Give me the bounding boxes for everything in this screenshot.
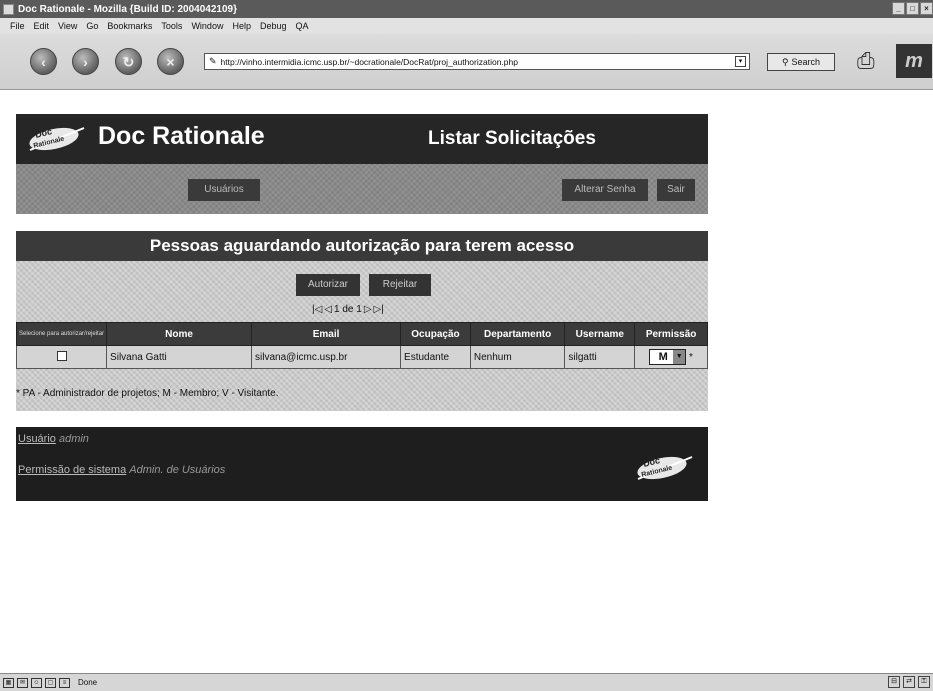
cell-department: Nenhum: [469, 345, 566, 369]
page-icon: ✎: [209, 56, 217, 66]
footer-permission: Permissão de sistema Admin. de Usuários: [18, 463, 258, 478]
window-titlebar: Doc Rationale - Mozilla {Build ID: 20040…: [0, 0, 933, 18]
status-text: Done: [78, 678, 98, 687]
app-icon: [3, 3, 14, 15]
address-book-icon[interactable]: ≡: [59, 677, 70, 688]
select-cell: [15, 345, 108, 369]
reload-icon[interactable]: ↻: [115, 48, 142, 75]
stop-icon[interactable]: ×: [157, 48, 184, 75]
minimize-button[interactable]: _: [892, 2, 905, 15]
menu-view[interactable]: View: [58, 21, 77, 31]
table-header-row: Selecione para autorizar/rejeitar Nome E…: [15, 322, 708, 346]
url-text: http://vinho.intermidia.icmc.usp.br/~doc…: [220, 56, 518, 67]
user-value: admin: [58, 433, 89, 445]
cell-email: silvana@icmc.usp.br: [251, 345, 402, 369]
navigator-icon[interactable]: ▦: [3, 677, 14, 688]
doc-rationale-logo: Doc Rationale: [29, 126, 85, 151]
pager-text: 1 de 1: [334, 304, 362, 315]
user-link[interactable]: Usuário: [18, 433, 56, 445]
cell-username: silgatti: [564, 345, 636, 369]
menu-edit[interactable]: Edit: [34, 21, 50, 31]
chat-icon[interactable]: ☺: [31, 677, 42, 688]
change-password-button[interactable]: Alterar Senha: [562, 179, 648, 201]
col-permission: Permissão: [634, 322, 708, 346]
menu-bookmarks[interactable]: Bookmarks: [107, 21, 152, 31]
search-icon: ⚲: [781, 56, 789, 67]
close-button[interactable]: ×: [920, 2, 933, 15]
system-permission-link[interactable]: Permissão de sistema: [18, 464, 126, 476]
col-email: Email: [251, 322, 402, 346]
site-header: Doc Rationale Doc Rationale Listar Solic…: [16, 114, 708, 164]
menu-help[interactable]: Help: [232, 21, 251, 31]
browser-logo-icon: m: [896, 44, 932, 78]
system-permission-value: Admin. de Usuários: [129, 464, 226, 476]
menu-qa[interactable]: QA: [296, 21, 309, 31]
lock-icon: ⚿: [918, 676, 930, 688]
col-select: Selecione para autorizar/rejeitar: [15, 322, 108, 346]
col-name: Nome: [106, 322, 253, 346]
permission-footnote: * PA - Administrador de projetos; M - Me…: [16, 388, 279, 399]
permission-value: M: [658, 351, 668, 363]
site-footer: Usuário admin Permissão de sistema Admin…: [16, 427, 708, 501]
last-page-icon[interactable]: ▷|: [374, 304, 384, 315]
menu-window[interactable]: Window: [191, 21, 223, 31]
requests-table: Selecione para autorizar/rejeitar Nome E…: [15, 322, 708, 369]
authorization-panel: Pessoas aguardando autorização para tere…: [15, 231, 708, 411]
search-button-label: Search: [791, 57, 821, 67]
site-name: Doc Rationale: [98, 122, 265, 150]
url-bar[interactable]: ✎ http://vinho.intermidia.icmc.usp.br/~d…: [204, 53, 750, 70]
panel-title: Pessoas aguardando autorização para tere…: [16, 231, 708, 261]
footer-logo: Doc Rationale: [637, 455, 693, 480]
permission-marker: *: [689, 352, 693, 363]
next-page-icon[interactable]: ▷: [364, 304, 372, 315]
first-page-icon[interactable]: |◁: [312, 304, 322, 315]
col-occupation: Ocupação: [400, 322, 471, 346]
table-row: Silvana Gatti silvana@icmc.usp.br Estuda…: [15, 345, 708, 369]
prev-page-icon[interactable]: ◁: [324, 304, 332, 315]
logout-button[interactable]: Sair: [657, 179, 695, 201]
col-department: Departamento: [469, 322, 566, 346]
site-nav: Usuários Alterar Senha Sair: [16, 164, 708, 214]
menu-file[interactable]: File: [10, 21, 25, 31]
col-username: Username: [564, 322, 636, 346]
cell-permission: M ▼ *: [634, 345, 708, 369]
menu-debug[interactable]: Debug: [260, 21, 287, 31]
url-dropdown-icon[interactable]: ▾: [735, 56, 746, 67]
menu-tools[interactable]: Tools: [161, 21, 182, 31]
composer-icon[interactable]: ▢: [45, 677, 56, 688]
cell-name: Silvana Gatti: [106, 345, 253, 369]
back-icon[interactable]: ‹: [30, 48, 57, 75]
forward-icon[interactable]: ›: [72, 48, 99, 75]
window-title: Doc Rationale - Mozilla {Build ID: 20040…: [18, 3, 237, 15]
cell-occupation: Estudante: [400, 345, 471, 369]
reject-button[interactable]: Rejeitar: [369, 274, 431, 296]
mail-icon[interactable]: ✉: [17, 677, 28, 688]
chevron-down-icon[interactable]: ▼: [673, 350, 686, 364]
search-button[interactable]: ⚲ Search: [767, 53, 835, 71]
connection-icon: ⇄: [903, 676, 915, 688]
authorize-button[interactable]: Autorizar: [296, 274, 360, 296]
menu-go[interactable]: Go: [86, 21, 98, 31]
permission-select[interactable]: M ▼: [649, 349, 687, 365]
print-icon[interactable]: ⎙: [857, 48, 875, 74]
window-controls: _ □ ×: [892, 2, 933, 15]
footer-user: Usuário admin: [18, 433, 89, 445]
pager: |◁ ◁ 1 de 1 ▷ ▷|: [312, 304, 384, 315]
status-bar: ▦ ✉ ☺ ▢ ≡ Done ⊟ ⇄ ⚿: [0, 673, 933, 691]
security-icon: ⊟: [888, 676, 900, 688]
users-button[interactable]: Usuários: [188, 179, 260, 201]
page-heading: Listar Solicitações: [428, 128, 596, 149]
navigation-toolbar: ‹ › ↻ × ✎ http://vinho.intermidia.icmc.u…: [0, 34, 933, 90]
menu-bar: File Edit View Go Bookmarks Tools Window…: [0, 18, 933, 34]
status-indicators: ⊟ ⇄ ⚿: [888, 676, 930, 688]
select-checkbox[interactable]: [56, 350, 67, 361]
maximize-button[interactable]: □: [906, 2, 919, 15]
